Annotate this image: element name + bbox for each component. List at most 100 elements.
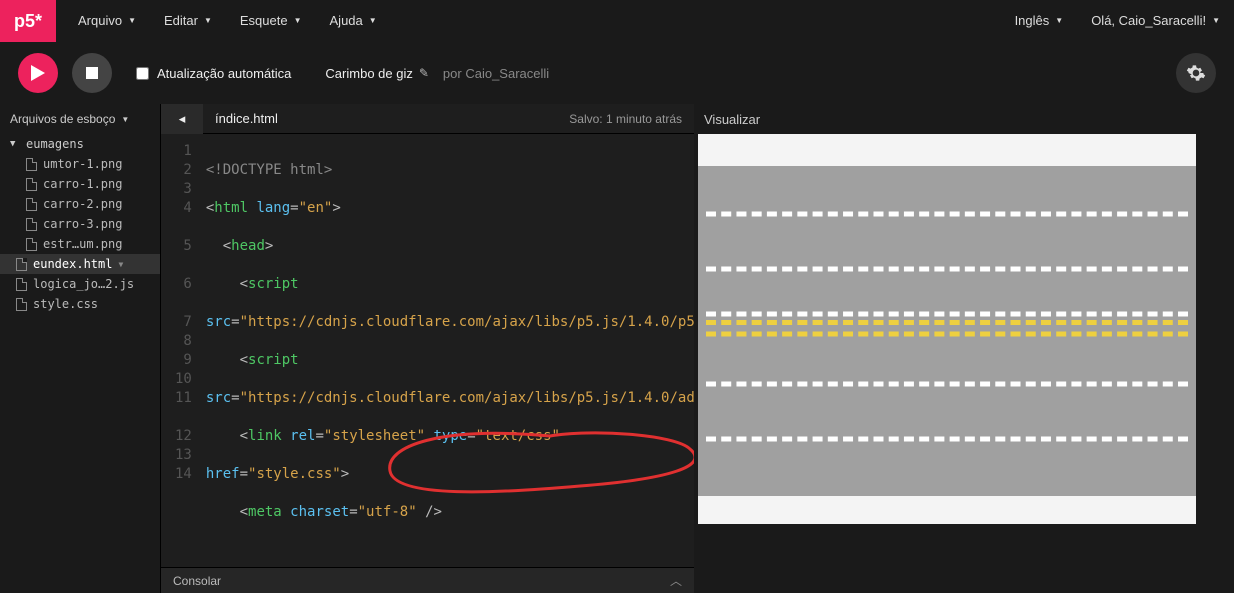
caret-down-icon: ▼ xyxy=(1212,0,1220,42)
lane xyxy=(698,194,1196,234)
attr: lang xyxy=(256,200,290,216)
file-icon xyxy=(26,218,37,231)
file-row[interactable]: carro-3.png xyxy=(0,214,160,234)
folder-row[interactable]: ▼ eumagens xyxy=(0,134,160,154)
file-icon xyxy=(26,178,37,191)
attr: href xyxy=(206,466,240,482)
console-label: Consolar xyxy=(173,574,221,588)
sketch-name-text: Carimbo de giz xyxy=(325,66,412,81)
play-icon xyxy=(31,65,45,81)
file-row[interactable]: carro-1.png xyxy=(0,174,160,194)
chevron-left-icon: ◂ xyxy=(179,111,186,127)
file-name: eundex.html xyxy=(33,257,112,271)
file-icon xyxy=(26,158,37,171)
stop-button[interactable] xyxy=(72,53,112,93)
lane xyxy=(698,249,1196,289)
editor-tab[interactable]: índice.html xyxy=(203,111,290,126)
author-label: por Caio_Saracelli xyxy=(443,66,549,81)
menu-language-label: Inglês xyxy=(1015,0,1050,42)
collapse-sidebar-button[interactable]: ◂ xyxy=(161,104,203,134)
file-icon xyxy=(16,258,27,271)
editor-panel: ◂ índice.html Salvo: 1 minuto atrás 1234… xyxy=(160,104,694,593)
file-name: carro-3.png xyxy=(43,217,122,231)
menu-user[interactable]: Olá, Caio_Saracelli! ▼ xyxy=(1077,0,1234,42)
console-bar[interactable]: Consolar ︿ xyxy=(161,567,694,593)
author-link[interactable]: Caio_Saracelli xyxy=(465,66,549,81)
auto-refresh-checkbox[interactable] xyxy=(136,67,149,80)
str: "style.css" xyxy=(248,466,341,482)
triangle-down-icon: ▼ xyxy=(10,139,20,149)
file-row[interactable]: umtor-1.png xyxy=(0,154,160,174)
attr: type xyxy=(434,428,468,444)
lane-center xyxy=(698,329,1196,339)
file-row-selected[interactable]: eundex.html ▼ xyxy=(0,254,160,274)
sidebar-header[interactable]: Arquivos de esboço ▼ xyxy=(0,104,160,134)
file-name: carro-2.png xyxy=(43,197,122,211)
stop-icon xyxy=(86,67,98,79)
preview-header: Visualizar xyxy=(694,104,1234,134)
code-editor[interactable]: 1234 5 6 789 1011 12 1314 <!DOCTYPE html… xyxy=(161,134,694,567)
caret-down-icon: ▼ xyxy=(1055,0,1063,42)
preview-panel: Visualizar xyxy=(694,104,1234,593)
sidebar-title: Arquivos de esboço xyxy=(10,112,115,126)
attr: src xyxy=(206,314,231,330)
menu-sketch[interactable]: Esquete ▼ xyxy=(226,0,316,42)
tag: html xyxy=(214,200,248,216)
preview-label: Visualizar xyxy=(704,112,760,127)
file-row[interactable]: carro-2.png xyxy=(0,194,160,214)
auto-refresh-label: Atualização automática xyxy=(157,66,291,81)
menu-language[interactable]: Inglês ▼ xyxy=(1001,0,1078,42)
str: "text/css" xyxy=(476,428,560,444)
file-icon xyxy=(16,278,27,291)
gear-icon xyxy=(1186,63,1206,83)
str: "utf-8" xyxy=(358,504,417,520)
file-row[interactable]: logica_jo…2.js xyxy=(0,274,160,294)
run-button[interactable] xyxy=(18,53,58,93)
caret-down-icon: ▼ xyxy=(369,0,377,42)
folder-name: eumagens xyxy=(26,137,84,151)
lane xyxy=(698,364,1196,404)
file-name: estr…um.png xyxy=(43,237,122,251)
tag: head xyxy=(231,238,265,254)
by-text: por xyxy=(443,66,462,81)
file-name: carro-1.png xyxy=(43,177,122,191)
tag: script xyxy=(248,352,299,368)
caret-down-icon: ▼ xyxy=(294,0,302,42)
lane xyxy=(698,419,1196,459)
attr: charset xyxy=(290,504,349,520)
menu-help[interactable]: Ajuda ▼ xyxy=(316,0,391,42)
preview-canvas xyxy=(698,134,1196,524)
pencil-icon: ✎ xyxy=(419,66,429,80)
menu-file[interactable]: Arquivo ▼ xyxy=(64,0,150,42)
menu-help-label: Ajuda xyxy=(330,0,363,42)
logo[interactable]: p5* xyxy=(0,0,56,42)
file-name: logica_jo…2.js xyxy=(33,277,134,291)
file-icon xyxy=(16,298,27,311)
menu-edit[interactable]: Editar ▼ xyxy=(150,0,226,42)
file-row[interactable]: style.css xyxy=(0,294,160,314)
tag: meta xyxy=(248,504,282,520)
str: "https://cdnjs.cloudflare.com/ajax/libs/… xyxy=(240,390,694,406)
file-icon xyxy=(26,198,37,211)
file-row[interactable]: estr…um.png xyxy=(0,234,160,254)
attr: src xyxy=(206,390,231,406)
tag: script xyxy=(248,276,299,292)
sketch-name[interactable]: Carimbo de giz ✎ xyxy=(325,66,429,81)
str: "https://cdnjs.cloudflare.com/ajax/libs/… xyxy=(240,314,694,330)
lane-center xyxy=(698,299,1196,329)
code-content[interactable]: <!DOCTYPE html> <html lang="en"> <head> … xyxy=(200,134,694,567)
settings-button[interactable] xyxy=(1176,53,1216,93)
caret-down-icon: ▼ xyxy=(204,0,212,42)
attr: rel xyxy=(290,428,315,444)
chevron-up-icon[interactable]: ︿ xyxy=(670,572,682,589)
menu-sketch-label: Esquete xyxy=(240,0,288,42)
file-icon xyxy=(26,238,37,251)
menu-file-label: Arquivo xyxy=(78,0,122,42)
menu-edit-label: Editar xyxy=(164,0,198,42)
caret-down-icon[interactable]: ▼ xyxy=(118,260,128,269)
auto-refresh-toggle[interactable]: Atualização automática xyxy=(136,66,291,81)
str: "en" xyxy=(299,200,333,216)
menu-user-label: Olá, Caio_Saracelli! xyxy=(1091,0,1206,42)
doctype: <!DOCTYPE html> xyxy=(206,162,332,178)
file-sidebar: Arquivos de esboço ▼ ▼ eumagens umtor-1.… xyxy=(0,104,160,593)
